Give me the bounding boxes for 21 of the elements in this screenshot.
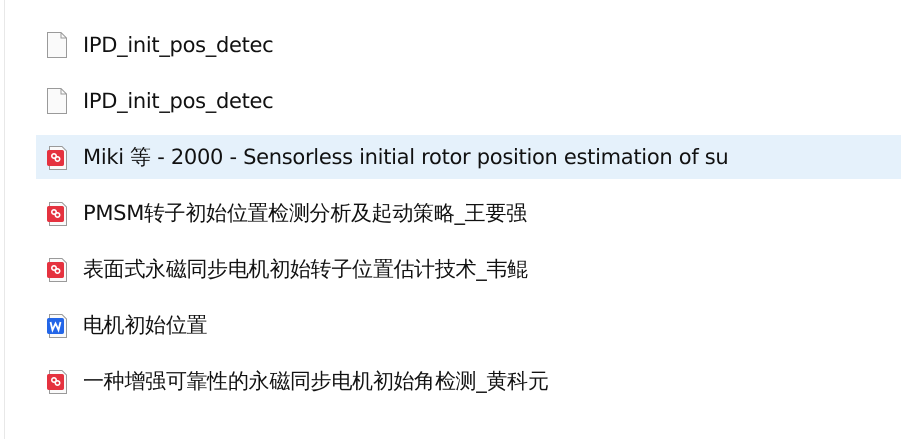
- pdf-file-icon: [47, 144, 67, 170]
- file-name: IPD_init_pos_detec: [83, 89, 274, 113]
- file-row[interactable]: PMSM转子初始位置检测分析及起动策略_王要强: [36, 191, 901, 235]
- word-file-icon: [47, 312, 67, 338]
- file-row[interactable]: 电机初始位置: [36, 303, 901, 347]
- file-name: 表面式永磁同步电机初始转子位置估计技术_韦鲲: [83, 256, 528, 283]
- file-name: PMSM转子初始位置检测分析及起动策略_王要强: [83, 200, 527, 227]
- pdf-file-icon: [47, 368, 67, 394]
- pdf-file-icon: [47, 256, 67, 282]
- blank-file-icon: [47, 32, 67, 58]
- pdf-file-icon: [47, 200, 67, 226]
- file-name: Miki 等 - 2000 - Sensorless initial rotor position estimation of su: [83, 144, 728, 171]
- file-row[interactable]: 一种增强可靠性的永磁同步电机初始角检测_黄科元: [36, 359, 901, 403]
- file-name: 电机初始位置: [83, 312, 208, 339]
- file-row[interactable]: IPD_init_pos_detec: [36, 23, 901, 67]
- file-row[interactable]: 表面式永磁同步电机初始转子位置估计技术_韦鲲: [36, 247, 901, 291]
- file-row[interactable]: IPD_init_pos_detec: [36, 79, 901, 123]
- file-row[interactable]: Miki 等 - 2000 - Sensorless initial rotor position estimation of su: [36, 135, 901, 179]
- file-name: IPD_init_pos_detec: [83, 33, 274, 57]
- blank-file-icon: [47, 88, 67, 114]
- file-name: 一种增强可靠性的永磁同步电机初始角检测_黄科元: [83, 368, 549, 395]
